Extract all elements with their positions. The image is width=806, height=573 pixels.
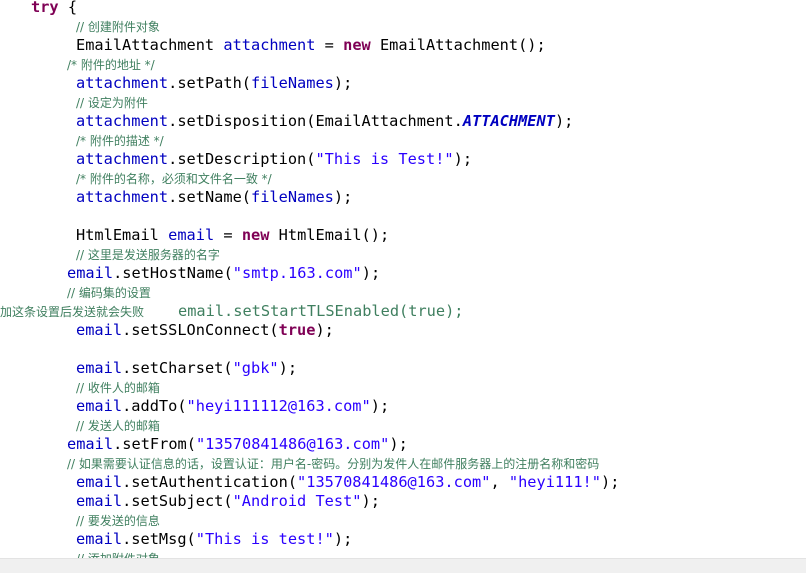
code-line-new-attachment: EmailAttachment attachment = new EmailAt… [76,36,546,54]
comment-create-attachment: // 创建附件对象 [76,20,160,34]
comment-attachment-description: /* 附件的描述 */ [76,134,164,148]
code-line-set-authentication: email.setAuthentication("13570841486@163… [76,473,620,491]
comment-set-disposition: // 设定为附件 [76,96,148,110]
code-line-add-to: email.addTo("heyi111112@163.com"); [76,397,390,415]
comment-add-attachment: // 添加附件对象 [76,550,160,558]
code-editor[interactable]: try { // 创建附件对象 EmailAttachment attachme… [0,0,806,558]
comment-authentication: // 如果需要认证信息的话，设置认证：用户名-密码。分别为发件人在邮件服务器上的… [67,457,600,471]
code-line-set-description: attachment.setDescription("This is Test!… [76,150,473,168]
code-line-set-host-name: email.setHostName("smtp.163.com"); [67,264,381,282]
comment-attachment-name: /* 附件的名称，必须和文件名一致 */ [76,172,272,186]
comment-sender-mailbox: // 发送人的邮箱 [76,419,160,433]
code-line-set-subject: email.setSubject("Android Test"); [76,492,380,510]
comment-server-name: // 这里是发送服务器的名字 [76,248,220,262]
keyword-try: try [31,0,59,16]
horizontal-scrollbar[interactable] [0,558,806,573]
code-line-try: try { [31,0,78,16]
comment-charset-setting: // 编码集的设置 [67,286,151,300]
code-line-set-path: attachment.setPath(fileNames); [76,74,353,92]
code-line-set-ssl: email.setSSLOnConnect(true); [76,321,334,339]
comment-recipient-mailbox: // 收件人的邮箱 [76,381,160,395]
code-line-new-htmlemail: HtmlEmail email = new HtmlEmail(); [76,226,390,244]
code-line-set-from: email.setFrom("13570841486@163.com"); [67,435,408,453]
code-line-start-tls: 加这条设置后发送就会失败 email.setStartTLSEnabled(tru… [0,302,464,320]
annotation-note: 加这条设置后发送就会失败 [0,305,145,319]
comment-attachment-path: /* 附件的地址 */ [67,58,155,72]
code-line-set-msg: email.setMsg("This is test!"); [76,530,353,548]
code-line-set-disposition: attachment.setDisposition(EmailAttachmen… [76,112,574,130]
comment-message-to-send: // 要发送的信息 [76,514,160,528]
code-line-set-name: attachment.setName(fileNames); [76,188,353,206]
code-line-set-charset: email.setCharset("gbk"); [76,359,298,377]
